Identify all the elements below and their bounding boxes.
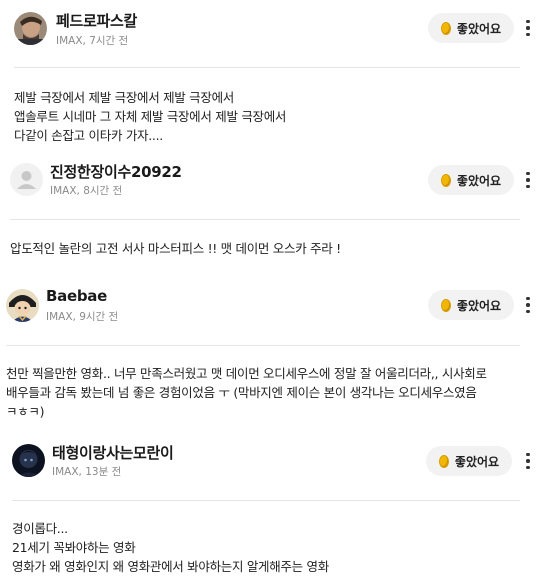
- more-options-icon[interactable]: [523, 16, 533, 40]
- dark-photo-avatar-icon: [12, 444, 45, 477]
- review-body: 경이롭다... 21세기 꼭봐야하는 영화 영화가 왜 영화인지 왜 영화관에서…: [12, 519, 329, 576]
- like-label: 좋았어요: [456, 173, 502, 188]
- user-avatar[interactable]: [6, 289, 39, 322]
- like-button[interactable]: 좋았어요: [428, 165, 514, 195]
- divider: [12, 500, 520, 501]
- coin-icon: [438, 454, 449, 468]
- default-user-icon: [17, 171, 36, 189]
- divider: [10, 219, 520, 220]
- divider: [6, 345, 520, 346]
- review-meta: IMAX, 9시간 전: [46, 311, 119, 323]
- review-meta: IMAX, 7시간 전: [56, 35, 129, 47]
- review-text-line: 제발 극장에서 제발 극장에서 제발 극장에서: [14, 90, 234, 105]
- review-body: 압도적인 놀란의 고전 서사 마스터피스 !! 맷 데이먼 오스카 주라 !: [10, 239, 341, 258]
- review-text-line: 배우들과 감독 봤는데 넘 좋은 경험이었음 ㅜ (막바지엔 제이슨 본이 생각…: [6, 385, 477, 400]
- photo-avatar-icon: [14, 12, 47, 45]
- like-button[interactable]: 좋았어요: [428, 13, 514, 43]
- character-avatar-icon: [6, 289, 39, 322]
- like-label: 좋았어요: [456, 21, 502, 36]
- divider: [14, 67, 520, 68]
- like-label: 좋았어요: [454, 454, 500, 469]
- more-options-icon[interactable]: [523, 449, 533, 473]
- review-text-line: 영화가 왜 영화인지 왜 영화관에서 봐야하는지 알게해주는 영화: [12, 559, 329, 574]
- like-button[interactable]: 좋았어요: [428, 290, 514, 320]
- review-body: 천만 찍을만한 영화.. 너무 만족스러웠고 맷 데이먼 오디세우스에 정말 잘…: [6, 364, 487, 421]
- coin-icon: [440, 21, 451, 35]
- like-label: 좋았어요: [456, 298, 502, 313]
- review-body: 제발 극장에서 제발 극장에서 제발 극장에서 앱솔루트 시네마 그 자체 제발…: [14, 88, 286, 145]
- coin-icon: [440, 173, 451, 187]
- review-text-line: 다같이 손잡고 이타카 가자....: [14, 128, 163, 143]
- user-avatar[interactable]: [14, 12, 47, 45]
- review-text-line: 앱솔루트 시네마 그 자체 제발 극장에서 제발 극장에서: [14, 109, 287, 124]
- user-avatar[interactable]: [12, 444, 45, 477]
- username[interactable]: 태형이랑사는모란이: [52, 442, 174, 463]
- username[interactable]: Baebae: [46, 287, 107, 305]
- review-text-line: 21세기 꼭봐야하는 영화: [12, 540, 136, 555]
- more-options-icon[interactable]: [523, 293, 533, 317]
- username[interactable]: 페드로파스칼: [56, 10, 137, 31]
- more-options-icon[interactable]: [523, 168, 533, 192]
- review-text-line: 압도적인 놀란의 고전 서사 마스터피스 !! 맷 데이먼 오스카 주라 !: [10, 241, 341, 256]
- review-meta: IMAX, 8시간 전: [50, 185, 123, 197]
- review-text-line: ㅋㅎㅋ): [6, 404, 45, 419]
- review-text-line: 천만 찍을만한 영화.. 너무 만족스러웠고 맷 데이먼 오디세우스에 정말 잘…: [6, 366, 487, 381]
- username[interactable]: 진정한장이수20922: [50, 161, 182, 182]
- review-text-line: 경이롭다...: [12, 521, 68, 536]
- coin-icon: [440, 298, 451, 312]
- review-meta: IMAX, 13분 전: [52, 466, 122, 478]
- user-avatar[interactable]: [10, 163, 43, 196]
- like-button[interactable]: 좋았어요: [426, 446, 512, 476]
